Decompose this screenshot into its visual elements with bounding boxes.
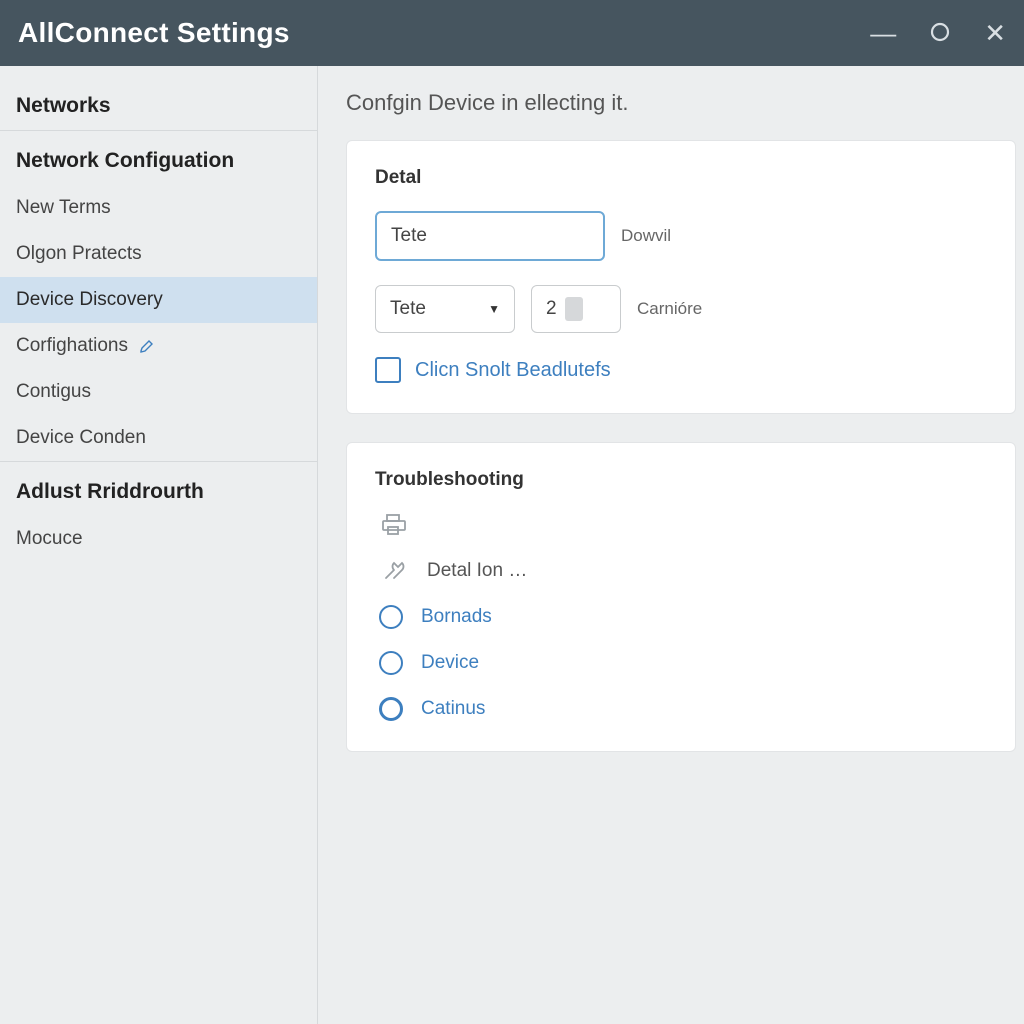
- sidebar-section-network-config: Network Configuation: [0, 131, 317, 185]
- wrench-icon: [379, 559, 409, 583]
- circle-icon: [930, 22, 950, 42]
- beadlutefs-checkbox[interactable]: [375, 357, 401, 383]
- detal-row-2: Tete ▼ 2 Carnióre: [375, 285, 987, 333]
- sidebar-section-networks[interactable]: Networks: [0, 76, 317, 130]
- tete-select[interactable]: Tete ▼: [375, 285, 515, 333]
- checkbox-row: Clicn Snolt Beadlutefs: [375, 357, 987, 383]
- ts-catinus-item[interactable]: Catinus: [379, 697, 987, 721]
- radio-icon[interactable]: [379, 605, 403, 629]
- detal-card: Detal Dowvil Tete ▼ 2 Carnióre: [346, 140, 1016, 414]
- troubleshooting-card: Troubleshooting Detal Ion … Bornads: [346, 442, 1016, 752]
- ts-printer-item[interactable]: [379, 513, 987, 537]
- sidebar: Networks Network Configuation New Terms …: [0, 66, 318, 1024]
- page-title: Confgin Device in ellecting it.: [346, 90, 1016, 116]
- ts-item-label: Detal Ion …: [427, 560, 527, 582]
- ts-item-label: Bornads: [421, 606, 492, 628]
- sidebar-section-adlust: Adlust Rriddrourth: [0, 462, 317, 516]
- maximize-button[interactable]: [930, 20, 950, 46]
- sidebar-item-device-conden[interactable]: Device Conden: [0, 415, 317, 461]
- sidebar-item-mocuce[interactable]: Mocuce: [0, 516, 317, 562]
- sidebar-item-device-discovery[interactable]: Device Discovery: [0, 277, 317, 323]
- sidebar-item-contigus[interactable]: Contigus: [0, 369, 317, 415]
- radio-icon[interactable]: [379, 651, 403, 675]
- close-button[interactable]: ✕: [984, 20, 1006, 46]
- checkbox-label[interactable]: Clicn Snolt Beadlutefs: [415, 359, 611, 382]
- sidebar-item-new-terms[interactable]: New Terms: [0, 185, 317, 231]
- ts-item-label: Device: [421, 652, 479, 674]
- sidebar-item-olgon-pratects[interactable]: Olgon Pratects: [0, 231, 317, 277]
- window-controls: — ✕: [870, 20, 1006, 46]
- tete-input[interactable]: [375, 211, 605, 261]
- dowvil-label: Dowvil: [621, 226, 671, 246]
- sidebar-item-label: Corfighations: [16, 335, 128, 356]
- sidebar-item-corfighations[interactable]: Corfighations: [0, 323, 317, 369]
- numeric-value: 2: [546, 298, 557, 320]
- printer-icon: [379, 513, 409, 537]
- ts-detal-ion-item[interactable]: Detal Ion …: [379, 559, 987, 583]
- carniore-label: Carnióre: [637, 299, 702, 319]
- select-value: Tete: [390, 298, 426, 320]
- titlebar: AllConnect Settings — ✕: [0, 0, 1024, 66]
- tete-input-field[interactable]: [391, 225, 636, 247]
- detal-heading: Detal: [375, 167, 987, 189]
- ts-bornads-item[interactable]: Bornads: [379, 605, 987, 629]
- troubleshooting-heading: Troubleshooting: [375, 469, 987, 491]
- ts-item-label: Catinus: [421, 698, 485, 720]
- minimize-button[interactable]: —: [870, 20, 896, 46]
- radio-icon[interactable]: [379, 697, 403, 721]
- stepper-icon[interactable]: [565, 297, 583, 321]
- troubleshooting-list: Detal Ion … Bornads Device Catinus: [375, 513, 987, 721]
- detal-row-1: Dowvil: [375, 211, 987, 261]
- window-title: AllConnect Settings: [18, 17, 870, 49]
- ts-device-item[interactable]: Device: [379, 651, 987, 675]
- content-area: Networks Network Configuation New Terms …: [0, 66, 1024, 1024]
- chevron-down-icon: ▼: [488, 302, 500, 316]
- numeric-input[interactable]: 2: [531, 285, 621, 333]
- main-panel: Confgin Device in ellecting it. Detal Do…: [318, 66, 1024, 1024]
- edit-icon: [139, 338, 155, 354]
